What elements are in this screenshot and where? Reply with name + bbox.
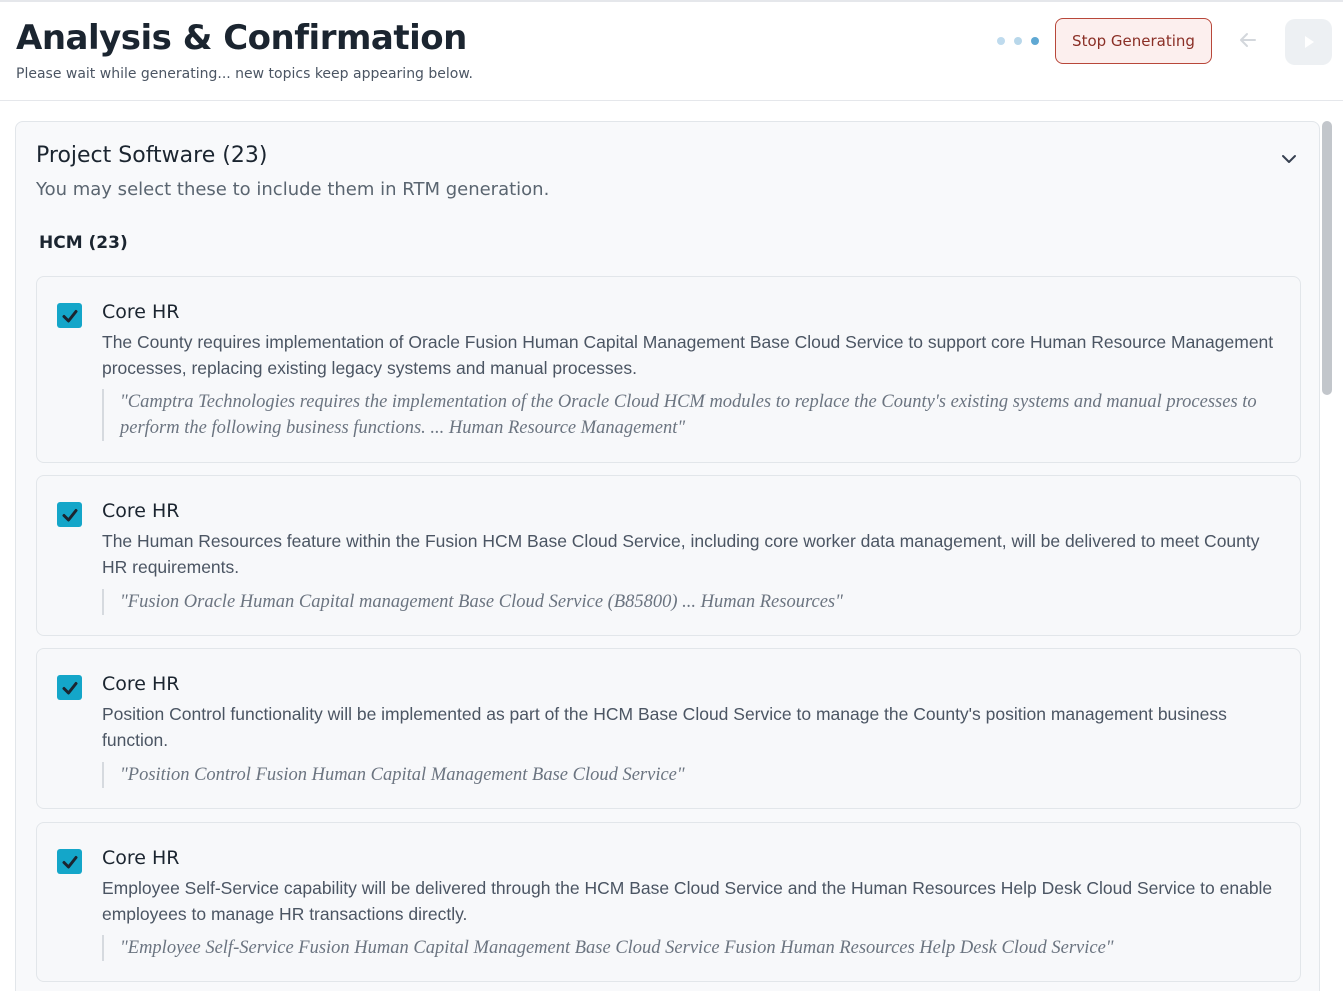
topic-card: Core HR The Human Resources feature with…	[36, 475, 1301, 636]
topic-description: Position Control functionality will be i…	[102, 704, 1227, 750]
back-button[interactable]	[1234, 26, 1262, 54]
topic-description: Employee Self-Service capability will be…	[102, 878, 1273, 924]
topic-checkbox[interactable]	[57, 849, 82, 874]
page-header: Analysis & Confirmation Please wait whil…	[0, 2, 1343, 101]
loading-dot	[997, 37, 1005, 45]
topic-title: Core HR	[102, 673, 180, 695]
topic-card: Core HR Employee Self-Service capability…	[36, 822, 1301, 982]
checkmark-icon	[62, 681, 77, 694]
section-description: You may select these to include them in …	[36, 179, 550, 200]
page-subtitle: Please wait while generating... new topi…	[16, 66, 473, 82]
play-button[interactable]	[1285, 19, 1332, 65]
play-icon	[1304, 36, 1314, 48]
topic-description: The County requires implementation of Or…	[102, 332, 1274, 378]
loading-dot	[1031, 37, 1039, 45]
scrollbar-thumb[interactable]	[1322, 121, 1332, 395]
project-software-panel: Project Software (23) You may select the…	[15, 121, 1320, 991]
topic-quote: "Fusion Oracle Human Capital management …	[102, 589, 1287, 615]
topic-title: Core HR	[102, 847, 180, 869]
topic-checkbox[interactable]	[57, 502, 82, 527]
topic-quote: "Position Control Fusion Human Capital M…	[102, 762, 1287, 788]
loading-indicator	[997, 37, 1039, 45]
checkmark-icon	[62, 855, 77, 868]
topic-checkbox[interactable]	[57, 675, 82, 700]
arrow-left-icon	[1240, 33, 1256, 47]
topic-checkbox[interactable]	[57, 303, 82, 328]
topic-title: Core HR	[102, 500, 180, 522]
topic-quote: "Camptra Technologies requires the imple…	[102, 389, 1287, 441]
stop-generating-button[interactable]: Stop Generating	[1055, 18, 1212, 64]
topic-card: Core HR The County requires implementati…	[36, 276, 1301, 463]
topic-card: Core HR Position Control functionality w…	[36, 648, 1301, 809]
checkmark-icon	[62, 508, 77, 521]
loading-dot	[1014, 37, 1022, 45]
checkmark-icon	[62, 309, 77, 322]
section-title: Project Software (23)	[36, 143, 268, 168]
page-title: Analysis & Confirmation	[16, 18, 467, 58]
topic-quote: "Employee Self-Service Fusion Human Capi…	[102, 935, 1287, 961]
chevron-down-icon	[1282, 155, 1296, 163]
collapse-toggle[interactable]	[1279, 149, 1299, 169]
topic-description: The Human Resources feature within the F…	[102, 531, 1260, 577]
topic-title: Core HR	[102, 301, 180, 323]
group-title: HCM (23)	[39, 233, 128, 253]
